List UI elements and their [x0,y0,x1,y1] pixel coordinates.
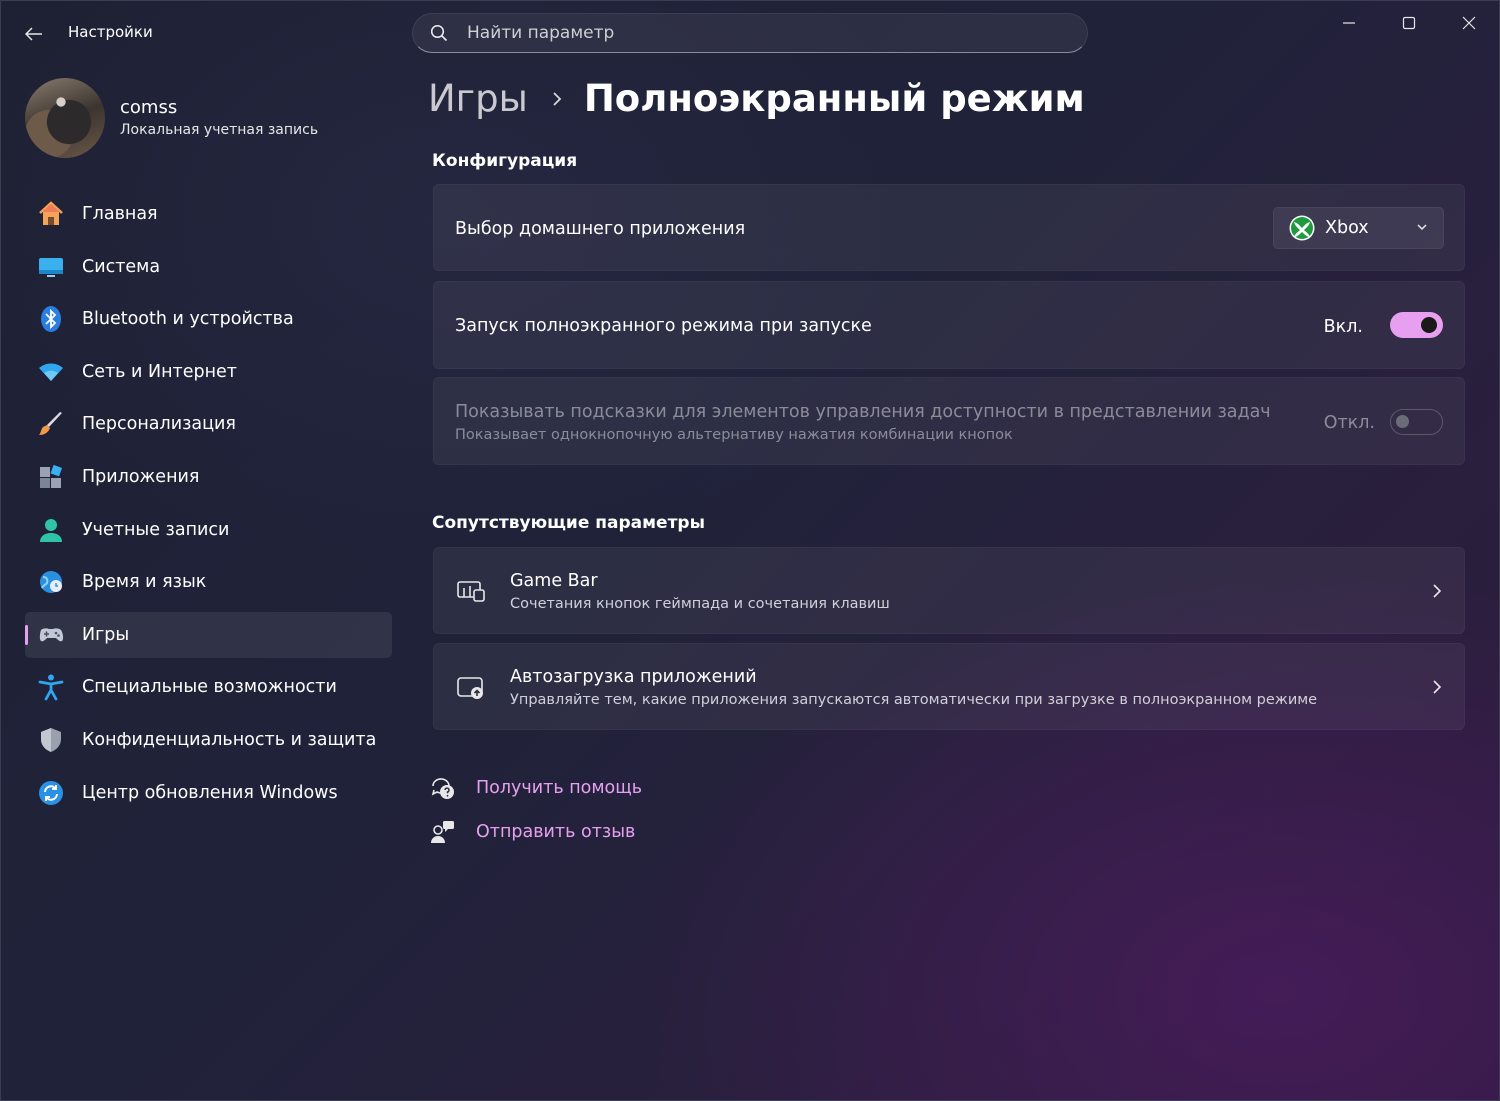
close-button[interactable] [1439,1,1499,45]
home-icon [36,199,66,229]
setting-label: Запуск полноэкранного режима при запуске [455,316,872,336]
section-title-config: Конфигурация [432,151,578,171]
close-icon [1462,16,1476,30]
game-bar-icon [455,575,487,607]
accessibility-icon [36,672,66,702]
settings-window: Настройки comss Локальная учетная запись [0,0,1500,1101]
maximize-button[interactable] [1379,1,1439,45]
toggle-state-label: Вкл. [1323,317,1363,337]
home-app-dropdown[interactable]: Xbox [1273,207,1444,249]
sidebar-item-label: Конфиденциальность и защита [82,729,377,750]
related-item-startup-apps[interactable]: Автозагрузка приложений Управляйте тем, … [433,643,1465,730]
sidebar-item-windows-update[interactable]: Центр обновления Windows [25,770,392,816]
sidebar-item-accessibility[interactable]: Специальные возможности [25,664,392,710]
sidebar-item-label: Система [82,256,161,277]
update-icon [36,778,66,808]
toggle-knob [1396,415,1409,428]
accessibility-hints-toggle[interactable] [1390,409,1443,435]
section-title-related: Сопутствующие параметры [432,513,705,533]
app-title: Настройки [68,23,153,41]
sidebar-item-home[interactable]: Главная [25,191,392,237]
dropdown-value: Xbox [1325,218,1369,238]
chevron-down-icon [1417,224,1427,231]
toggle-state-label: Откл. [1323,413,1375,433]
accessibility-hints-setting: Показывать подсказки для элементов управ… [433,377,1465,465]
apps-icon [36,462,66,492]
setting-description: Показывает однокнопочную альтернативу на… [455,427,1013,443]
gamepad-icon [36,620,66,650]
search-input[interactable] [465,22,1029,44]
sidebar-item-label: Bluetooth и устройства [82,309,294,330]
related-item-title: Game Bar [510,571,598,591]
startup-apps-icon [455,672,487,704]
system-icon [36,252,66,282]
sidebar-item-bluetooth[interactable]: Bluetooth и устройства [25,296,392,342]
sidebar-item-time-language[interactable]: Время и язык [25,559,392,605]
wifi-icon [36,357,66,387]
related-item-subtitle: Сочетания кнопок геймпада и сочетания кл… [510,596,890,612]
globe-clock-icon [36,567,66,597]
sidebar-item-apps[interactable]: Приложения [25,454,392,500]
account-icon [36,515,66,545]
avatar[interactable] [25,78,105,158]
setting-label: Показывать подсказки для элементов управ… [455,402,1271,422]
sidebar-item-label: Время и язык [82,572,207,593]
brush-icon [36,409,66,439]
feedback-icon [430,819,456,845]
sidebar-item-system[interactable]: Система [25,244,392,290]
send-feedback-label: Отправить отзыв [476,822,636,842]
sidebar-item-label: Главная [82,204,158,224]
sidebar-item-privacy[interactable]: Конфиденциальность и защита [25,717,392,763]
fullscreen-startup-setting: Запуск полноэкранного режима при запуске… [433,281,1465,369]
sidebar-nav: Главная Система Bluetooth и устройства С… [25,191,392,822]
window-controls [1319,1,1499,45]
get-help-label: Получить помощь [476,778,643,798]
back-button[interactable] [19,19,49,49]
toggle-knob [1421,317,1437,333]
chevron-right-icon [1433,584,1442,598]
related-item-subtitle: Управляйте тем, какие приложения запуска… [510,692,1318,708]
related-item-title: Автозагрузка приложений [510,667,757,687]
sidebar-item-label: Сеть и Интернет [82,361,237,382]
get-help-link[interactable]: Получить помощь [430,775,642,801]
sidebar-item-label: Игры [82,624,130,645]
page-title: Полноэкранный режим [583,77,1085,120]
arrow-left-icon [25,27,42,41]
sidebar-item-accounts[interactable]: Учетные записи [25,507,392,553]
sidebar-item-label: Персонализация [82,414,236,435]
user-name: comss [120,97,178,118]
account-type: Локальная учетная запись [120,122,319,138]
shield-icon [36,725,66,755]
sidebar-item-label: Специальные возможности [82,677,337,698]
maximize-icon [1402,16,1416,30]
home-app-setting: Выбор домашнего приложения Xbox [433,184,1465,271]
minimize-icon [1343,22,1355,24]
fullscreen-startup-toggle[interactable] [1390,312,1443,338]
search-box[interactable] [412,13,1088,53]
sidebar-item-network[interactable]: Сеть и Интернет [25,349,392,395]
setting-label: Выбор домашнего приложения [455,219,746,239]
sidebar-item-label: Учетные записи [82,519,230,540]
minimize-button[interactable] [1319,1,1379,45]
search-icon [429,23,449,43]
breadcrumb: Игры Полноэкранный режим [428,77,1085,120]
send-feedback-link[interactable]: Отправить отзыв [430,819,635,845]
chevron-right-icon [552,91,562,107]
related-item-game-bar[interactable]: Game Bar Сочетания кнопок геймпада и соч… [433,547,1465,634]
bluetooth-icon [36,304,66,334]
chevron-right-icon [1433,680,1442,694]
breadcrumb-parent[interactable]: Игры [428,77,528,120]
help-icon [430,775,456,801]
sidebar-item-gaming[interactable]: Игры [25,611,392,658]
sidebar-item-personalization[interactable]: Персонализация [25,401,392,447]
sidebar-item-label: Центр обновления Windows [82,782,338,803]
xbox-icon [1289,215,1315,241]
sidebar-item-label: Приложения [82,466,200,487]
